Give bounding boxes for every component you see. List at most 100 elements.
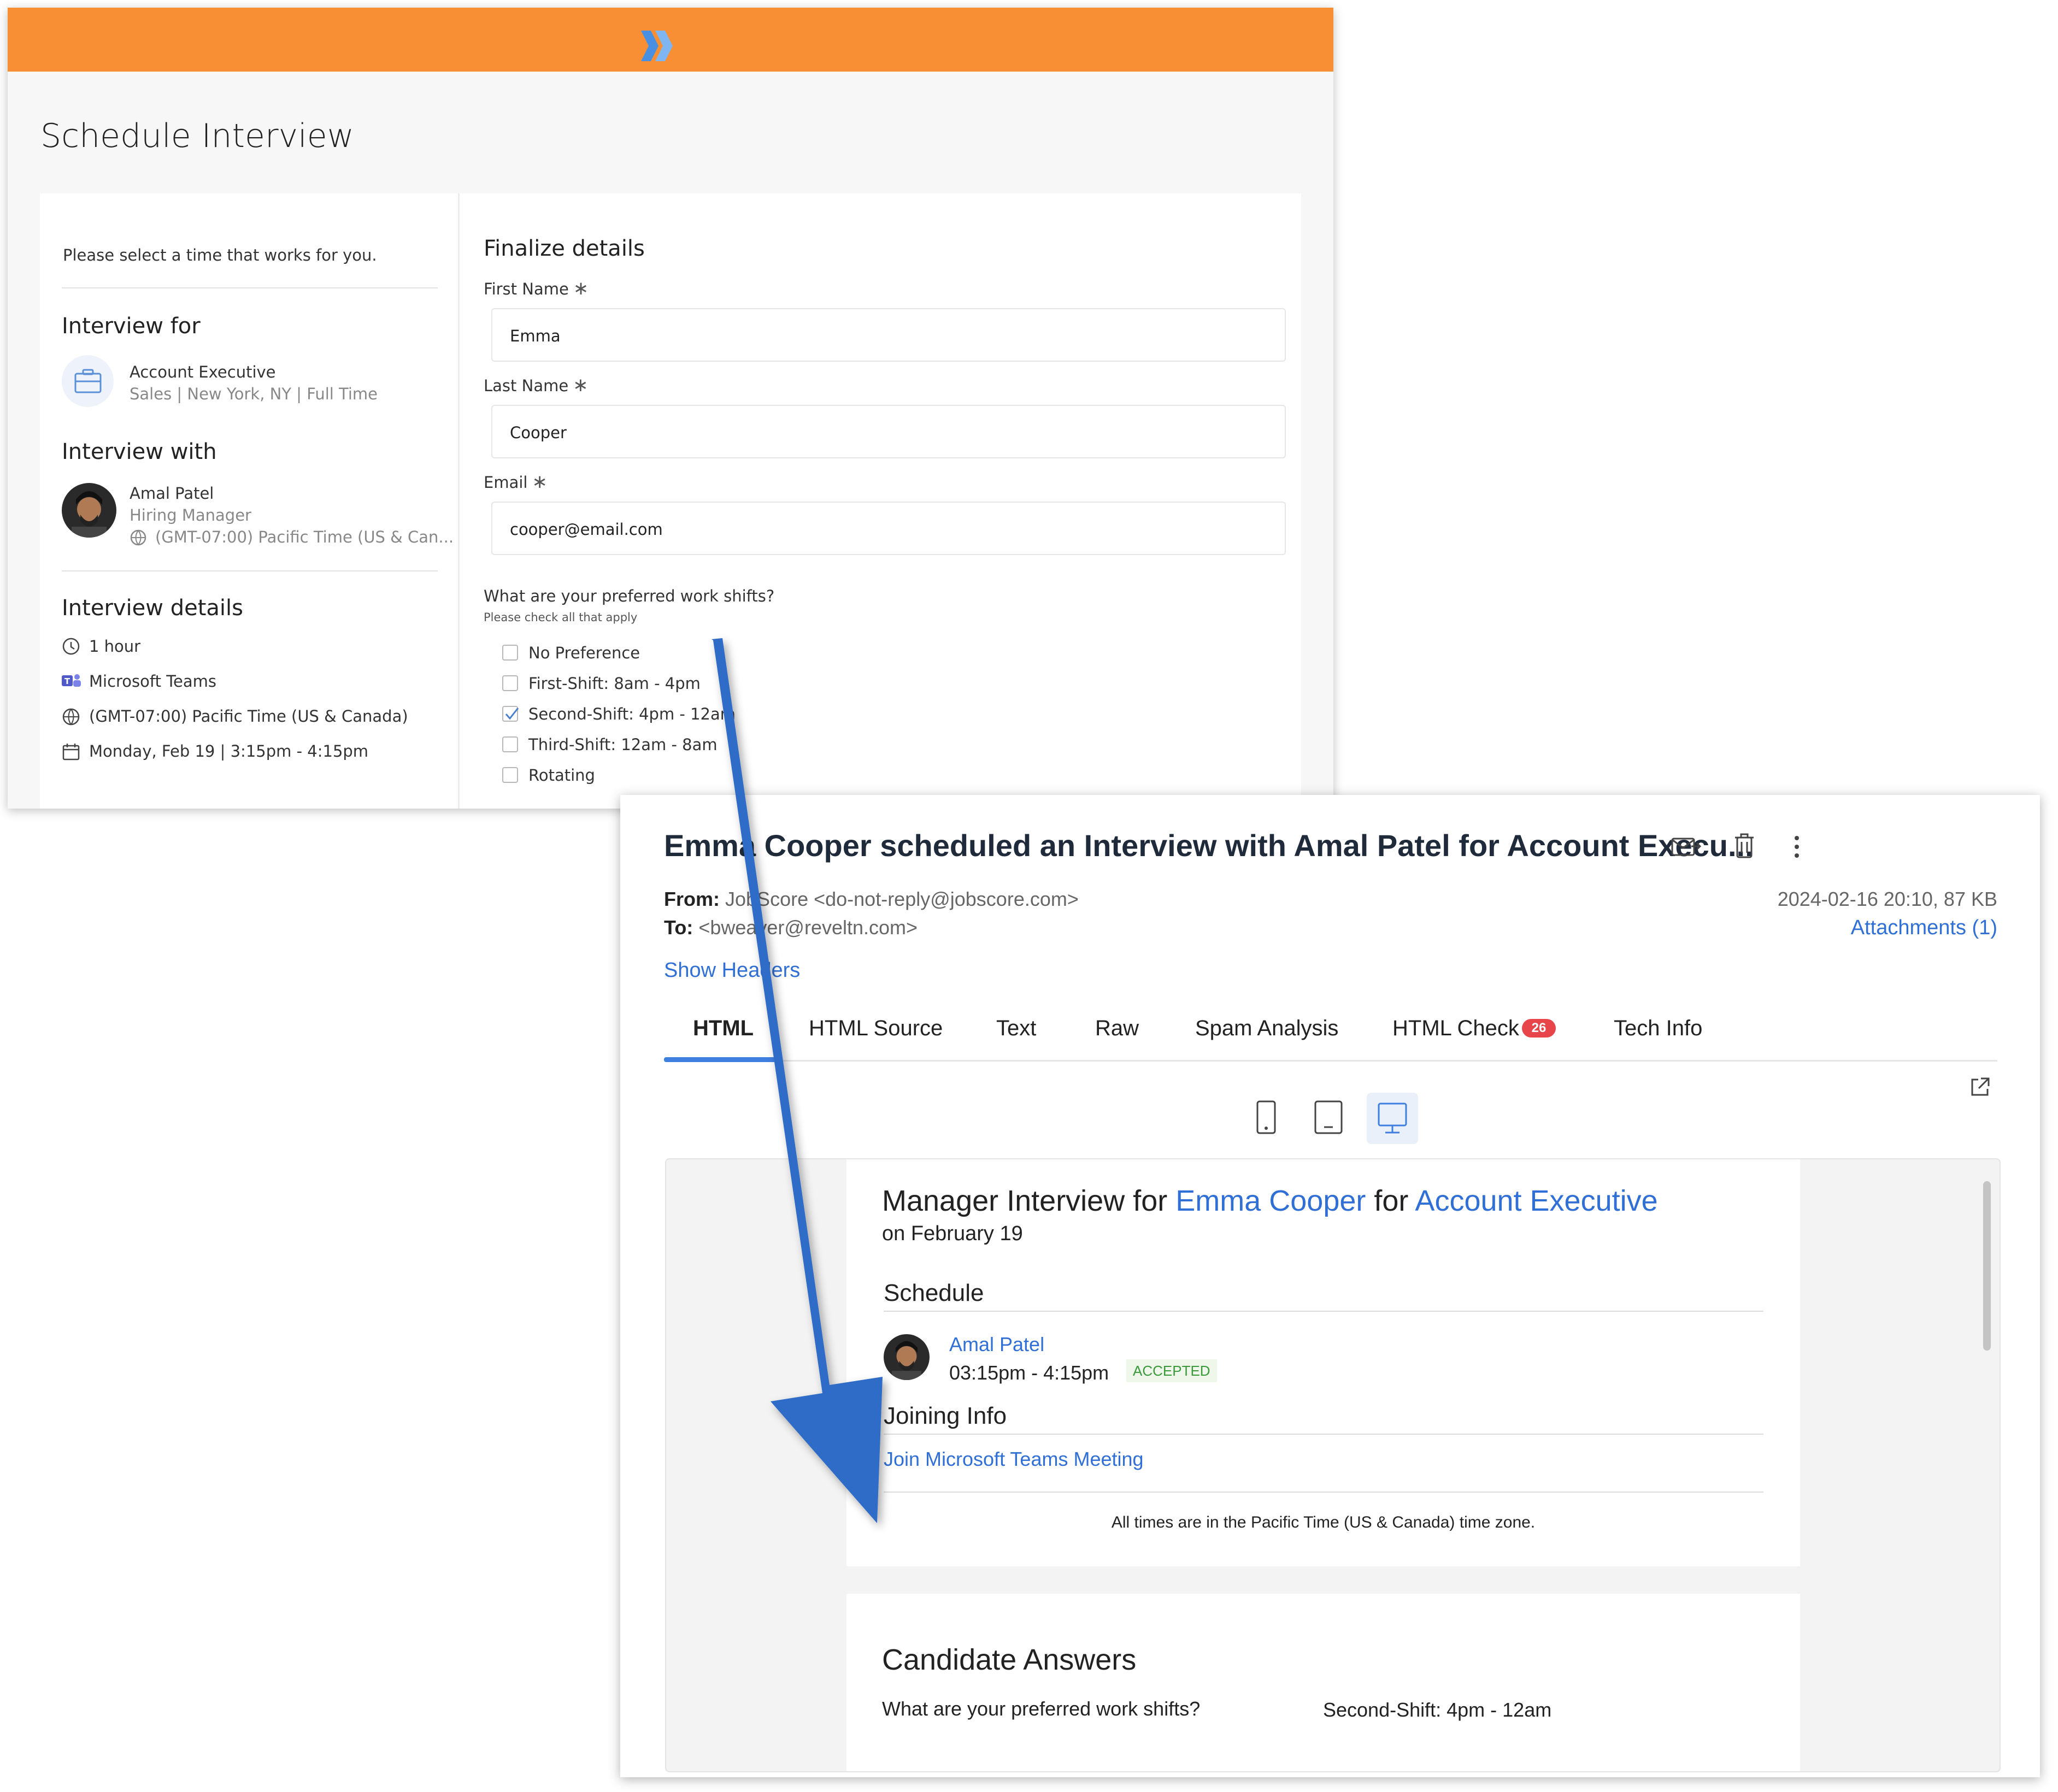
job-link[interactable]: Account Executive [1415, 1184, 1657, 1217]
attachments-link[interactable]: Attachments (1) [1851, 916, 1997, 940]
brand-logo-icon [641, 31, 673, 61]
divider [884, 1311, 1763, 1312]
email-subject: Emma Cooper scheduled an Interview with … [664, 828, 1754, 863]
shift-checkbox-no-preference[interactable] [502, 645, 518, 661]
meeting-datetime: Monday, Feb 19 | 3:15pm - 4:15pm [89, 742, 369, 761]
last-name-field[interactable]: Cooper [491, 405, 1286, 458]
to-line: To: <bweaver@reveltn.com> [664, 916, 918, 939]
active-tab-indicator [664, 1057, 779, 1062]
duration: 1 hour [89, 637, 141, 656]
tab-text[interactable]: Text [996, 1016, 1036, 1041]
briefcase-icon [74, 369, 102, 393]
job-title: Account Executive [130, 363, 276, 381]
shift-option-label: Second-Shift: 4pm - 12am [528, 705, 736, 723]
tab-raw[interactable]: Raw [1095, 1016, 1139, 1041]
candidate-answers-heading: Candidate Answers [882, 1643, 1137, 1676]
schedule-interview-window: Schedule Interview Please select a time … [8, 8, 1333, 809]
from-label: From: [664, 888, 720, 910]
tab-tech-info[interactable]: Tech Info [1614, 1016, 1702, 1041]
tab-spam-analysis[interactable]: Spam Analysis [1195, 1016, 1338, 1041]
html-check-badge: 26 [1522, 1019, 1556, 1038]
first-name-field[interactable]: Emma [491, 308, 1286, 362]
tablet-view-icon[interactable] [1313, 1100, 1344, 1135]
shift-checkbox-rotating[interactable] [502, 767, 518, 783]
email-value: cooper@email.com [510, 520, 663, 539]
show-headers-link[interactable]: Show Headers [664, 959, 800, 982]
job-meta: Sales | New York, NY | Full Time [130, 385, 378, 403]
shift-option-label: Rotating [528, 766, 595, 785]
desktop-view-button[interactable] [1367, 1093, 1418, 1144]
interview-heading: Manager Interview for Emma Cooper for Ac… [882, 1184, 1658, 1217]
more-options-icon[interactable] [1793, 834, 1801, 859]
microsoft-teams-icon: T [62, 674, 81, 687]
required-icon: ∗ [532, 471, 548, 493]
timezone-note: All times are in the Pacific Time (US & … [1111, 1513, 1536, 1531]
interviewer-timezone: (GMT-07:00) Pacific Time (US & Can... [155, 528, 454, 546]
mobile-view-icon[interactable] [1255, 1100, 1277, 1135]
brand-header-bar [8, 8, 1333, 72]
shifts-hint: Please check all that apply [484, 611, 638, 624]
shift-checkbox-second-shift[interactable] [502, 706, 519, 722]
shift-checkbox-third-shift[interactable] [502, 736, 518, 752]
finalize-heading: Finalize details [484, 236, 645, 261]
page-title: Schedule Interview [40, 117, 354, 155]
external-link-icon[interactable] [1969, 1076, 1991, 1098]
svg-text:T: T [64, 676, 70, 686]
clock-icon [62, 638, 80, 655]
shift-option-label: No Preference [528, 644, 640, 662]
shift-option-label: First-Shift: 8am - 4pm [528, 674, 701, 693]
divider [62, 287, 438, 288]
interview-card: Manager Interview for Emma Cooper for Ac… [846, 1159, 1800, 1566]
interview-time: 03:15pm - 4:15pm [949, 1361, 1109, 1384]
interview-date: on February 19 [882, 1222, 1023, 1245]
date-size: 2024-02-16 20:10, 87 KB [1777, 888, 1997, 910]
teams-meeting-link[interactable]: Join Microsoft Teams Meeting [884, 1448, 1144, 1471]
interview-details-heading: Interview details [62, 596, 243, 621]
select-time-prompt: Please select a time that works for you. [63, 246, 377, 264]
candidate-link[interactable]: Emma Cooper [1175, 1184, 1366, 1217]
answer-question: What are your preferred work shifts? [882, 1697, 1201, 1720]
interviewer-name: Amal Patel [130, 484, 214, 503]
from-line: From: JobScore <do-not-reply@jobscore.co… [664, 888, 1079, 911]
forward-mail-icon[interactable] [1671, 834, 1701, 859]
job-icon-circle [62, 355, 114, 407]
divider [884, 1492, 1763, 1493]
status-badge: ACCEPTED [1126, 1359, 1217, 1382]
first-name-label: First Name ∗ [484, 278, 589, 299]
divider [62, 570, 438, 571]
to-label: To: [664, 916, 693, 939]
to-value: <bweaver@reveltn.com> [698, 916, 918, 939]
first-name-value: Emma [510, 327, 561, 345]
required-icon: ∗ [573, 374, 589, 396]
joining-info-heading: Joining Info [884, 1402, 1007, 1429]
answer-value: Second-Shift: 4pm - 12am [1323, 1699, 1552, 1721]
email-field[interactable]: cooper@email.com [491, 502, 1286, 555]
interview-for-heading: Interview for [62, 314, 201, 339]
trash-icon[interactable] [1733, 832, 1756, 859]
meeting-timezone: (GMT-07:00) Pacific Time (US & Canada) [89, 707, 408, 726]
interviewer-link[interactable]: Amal Patel [949, 1333, 1044, 1356]
shifts-question: What are your preferred work shifts? [484, 587, 775, 605]
interview-with-heading: Interview with [62, 439, 217, 464]
tab-html[interactable]: HTML [693, 1016, 754, 1041]
last-name-value: Cooper [510, 423, 567, 442]
globe-icon [62, 708, 80, 726]
globe-icon [130, 529, 146, 546]
email-viewer-window: Emma Cooper scheduled an Interview with … [620, 795, 2040, 1777]
checkmark-icon [505, 708, 519, 720]
interviewer-role: Hiring Manager [130, 506, 251, 524]
interviewer-avatar [62, 483, 116, 538]
preview-scrollbar[interactable] [1983, 1181, 1991, 1351]
schedule-heading: Schedule [884, 1280, 984, 1306]
shift-option-label: Third-Shift: 12am - 8am [528, 735, 718, 754]
tab-html-source[interactable]: HTML Source [809, 1016, 943, 1041]
candidate-answers-card: Candidate Answers What are your preferre… [846, 1594, 1800, 1771]
shift-checkbox-first-shift[interactable] [502, 675, 518, 691]
interviewer-avatar [884, 1334, 930, 1380]
email-preview-frame: Manager Interview for Emma Cooper for Ac… [665, 1158, 2001, 1772]
tab-bar-divider [664, 1060, 1997, 1062]
from-value: JobScore <do-not-reply@jobscore.com> [725, 888, 1079, 910]
divider [884, 1434, 1763, 1435]
tab-html-check[interactable]: HTML Check [1392, 1016, 1519, 1041]
desktop-view-icon [1378, 1103, 1407, 1134]
